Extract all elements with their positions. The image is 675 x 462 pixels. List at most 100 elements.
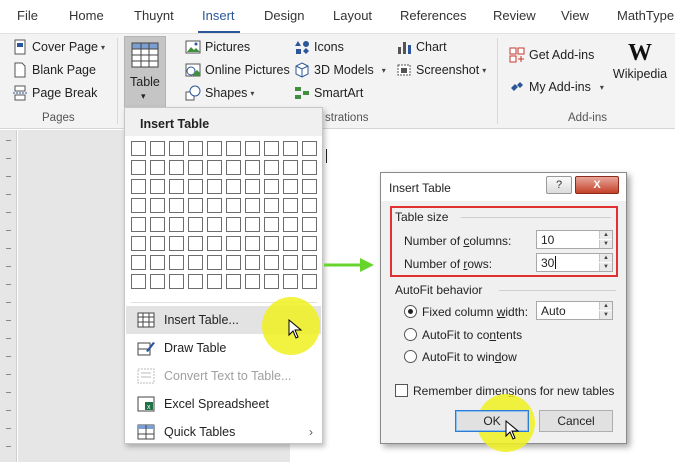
grid-cell[interactable]: [150, 198, 165, 213]
grid-cell[interactable]: [264, 217, 279, 232]
grid-cell[interactable]: [188, 255, 203, 270]
grid-cell[interactable]: [226, 198, 241, 213]
tab-insert[interactable]: Insert: [202, 8, 235, 23]
grid-cell[interactable]: [226, 217, 241, 232]
grid-cell[interactable]: [169, 160, 184, 175]
grid-cell[interactable]: [264, 198, 279, 213]
excel-spreadsheet-menu-item[interactable]: x Excel Spreadsheet: [126, 390, 321, 418]
grid-cell[interactable]: [188, 236, 203, 251]
tab-design[interactable]: Design: [264, 8, 304, 23]
shapes-button[interactable]: Shapes ▾: [185, 85, 254, 101]
close-button[interactable]: X: [575, 176, 619, 194]
grid-cell[interactable]: [131, 198, 146, 213]
tab-review[interactable]: Review: [493, 8, 536, 23]
grid-cell[interactable]: [283, 141, 298, 156]
page-break-button[interactable]: Page Break: [12, 85, 97, 101]
grid-cell[interactable]: [207, 274, 222, 289]
grid-cell[interactable]: [150, 179, 165, 194]
tab-view[interactable]: View: [561, 8, 589, 23]
grid-cell[interactable]: [131, 236, 146, 251]
tab-home[interactable]: Home: [69, 8, 104, 23]
grid-cell[interactable]: [226, 160, 241, 175]
grid-cell[interactable]: [226, 255, 241, 270]
grid-cell[interactable]: [207, 217, 222, 232]
columns-spin-down-icon[interactable]: ▼: [599, 240, 612, 248]
grid-cell[interactable]: [169, 274, 184, 289]
grid-cell[interactable]: [150, 255, 165, 270]
grid-cell[interactable]: [150, 236, 165, 251]
wikipedia-button[interactable]: W Wikipedia: [609, 40, 671, 96]
grid-cell[interactable]: [264, 255, 279, 270]
grid-cell[interactable]: [283, 274, 298, 289]
grid-cell[interactable]: [302, 141, 317, 156]
grid-cell[interactable]: [150, 274, 165, 289]
icons-button[interactable]: Icons: [294, 39, 344, 55]
grid-cell[interactable]: [245, 179, 260, 194]
grid-cell[interactable]: [283, 179, 298, 194]
grid-cell[interactable]: [207, 255, 222, 270]
width-spin-up-icon[interactable]: ▲: [599, 302, 612, 310]
grid-cell[interactable]: [302, 179, 317, 194]
grid-cell[interactable]: [283, 160, 298, 175]
grid-cell[interactable]: [188, 141, 203, 156]
grid-cell[interactable]: [131, 217, 146, 232]
grid-cell[interactable]: [245, 141, 260, 156]
grid-cell[interactable]: [169, 217, 184, 232]
tab-references[interactable]: References: [400, 8, 466, 23]
grid-cell[interactable]: [245, 160, 260, 175]
remember-checkbox[interactable]: [395, 384, 408, 397]
grid-cell[interactable]: [302, 255, 317, 270]
grid-cell[interactable]: [264, 141, 279, 156]
grid-cell[interactable]: [150, 141, 165, 156]
grid-cell[interactable]: [131, 179, 146, 194]
get-addins-button[interactable]: Get Add-ins: [509, 47, 594, 63]
my-addins-button[interactable]: My Add-ins ▾: [509, 79, 604, 95]
grid-cell[interactable]: [283, 198, 298, 213]
fixed-width-input[interactable]: Auto ▲ ▼: [536, 301, 613, 320]
table-button[interactable]: Table ▾: [124, 36, 166, 108]
grid-cell[interactable]: [226, 274, 241, 289]
grid-cell[interactable]: [207, 236, 222, 251]
smartart-button[interactable]: SmartArt: [294, 85, 363, 101]
grid-cell[interactable]: [169, 179, 184, 194]
cancel-button[interactable]: Cancel: [539, 410, 613, 432]
grid-cell[interactable]: [264, 179, 279, 194]
grid-cell[interactable]: [207, 160, 222, 175]
grid-cell[interactable]: [226, 236, 241, 251]
grid-cell[interactable]: [226, 141, 241, 156]
grid-cell[interactable]: [245, 217, 260, 232]
pictures-button[interactable]: Pictures: [185, 39, 250, 55]
rows-spin-down-icon[interactable]: ▼: [599, 263, 612, 271]
grid-cell[interactable]: [131, 255, 146, 270]
convert-text-menu-item[interactable]: Convert Text to Table...: [126, 362, 321, 390]
autofit-contents-radio[interactable]: [404, 328, 417, 341]
cover-page-button[interactable]: Cover Page ▾: [12, 39, 105, 55]
grid-cell[interactable]: [264, 274, 279, 289]
grid-cell[interactable]: [169, 255, 184, 270]
grid-cell[interactable]: [207, 141, 222, 156]
help-button[interactable]: ?: [546, 176, 572, 194]
tab-layout[interactable]: Layout: [333, 8, 372, 23]
tab-file[interactable]: File: [17, 8, 38, 23]
grid-cell[interactable]: [169, 198, 184, 213]
3d-models-button[interactable]: 3D Models ▾: [294, 62, 386, 78]
grid-cell[interactable]: [188, 217, 203, 232]
grid-cell[interactable]: [169, 141, 184, 156]
grid-cell[interactable]: [131, 141, 146, 156]
quick-tables-menu-item[interactable]: Quick Tables ›: [126, 418, 321, 446]
grid-cell[interactable]: [150, 217, 165, 232]
grid-cell[interactable]: [245, 236, 260, 251]
width-spin-down-icon[interactable]: ▼: [599, 311, 612, 319]
grid-cell[interactable]: [131, 274, 146, 289]
tab-mathtype[interactable]: MathType: [617, 8, 674, 23]
grid-cell[interactable]: [283, 217, 298, 232]
grid-cell[interactable]: [302, 274, 317, 289]
grid-cell[interactable]: [264, 160, 279, 175]
grid-cell[interactable]: [150, 160, 165, 175]
fixed-width-radio[interactable]: [404, 305, 417, 318]
rows-input[interactable]: 30 ▲ ▼: [536, 253, 613, 272]
grid-cell[interactable]: [188, 179, 203, 194]
grid-cell[interactable]: [188, 198, 203, 213]
grid-cell[interactable]: [245, 255, 260, 270]
screenshot-button[interactable]: Screenshot ▾: [396, 62, 486, 78]
